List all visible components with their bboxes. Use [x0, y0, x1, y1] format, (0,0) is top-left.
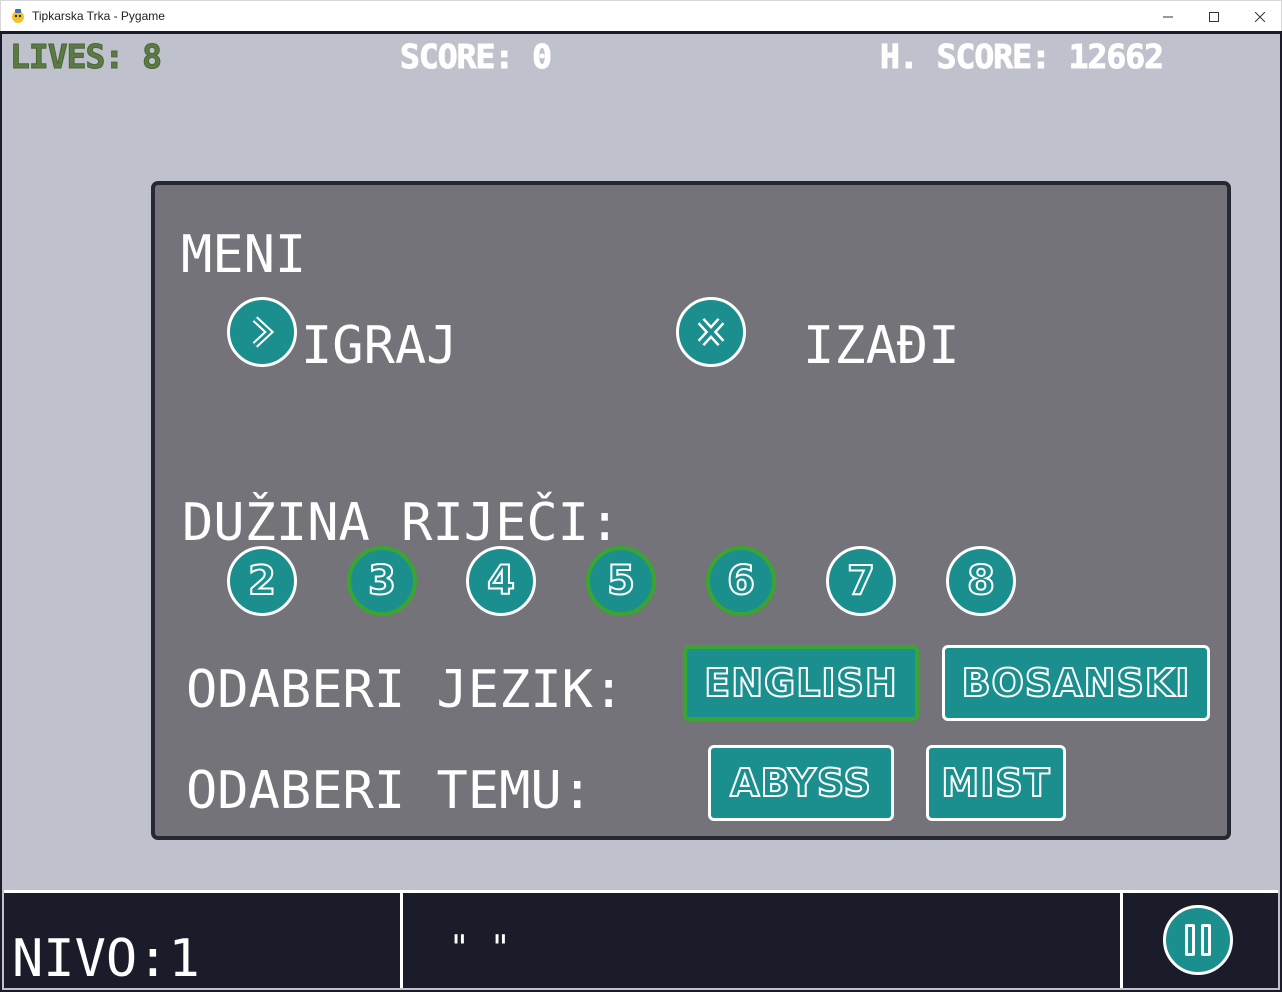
- divider: [400, 893, 403, 988]
- high-score-counter: H. SCORE: 12662: [879, 37, 1164, 77]
- maximize-button[interactable]: [1191, 1, 1237, 32]
- word-length-label: DUŽINA RIJEČI:: [182, 493, 621, 553]
- word-length-6-button[interactable]: 6: [706, 546, 776, 616]
- word-length-value: 5: [606, 558, 636, 604]
- pause-button[interactable]: [1163, 905, 1233, 975]
- play-label[interactable]: IGRAJ: [301, 320, 458, 372]
- score-counter: SCORE: 0: [400, 37, 553, 77]
- pygame-app-icon: [12, 9, 24, 23]
- typed-word-display: " ": [449, 928, 511, 968]
- word-length-5-button[interactable]: 5: [586, 546, 656, 616]
- minimize-icon: [1163, 16, 1173, 17]
- word-length-7-button[interactable]: 7: [826, 546, 896, 616]
- theme-abyss-button[interactable]: ABYSS: [708, 745, 894, 821]
- menu-panel: MENI IGRAJ IZAĐI DUŽINA RIJEČI: 2 3 4 5 …: [151, 181, 1231, 840]
- language-label: ODABERI JEZIK:: [186, 660, 625, 720]
- close-icon: [1255, 11, 1265, 22]
- x-icon: [697, 317, 725, 347]
- divider: [1120, 893, 1123, 988]
- word-length-8-button[interactable]: 8: [946, 546, 1016, 616]
- word-length-value: 2: [247, 558, 277, 604]
- word-length-3-button[interactable]: 3: [347, 546, 417, 616]
- word-length-value: 6: [726, 558, 756, 604]
- theme-abyss-label: ABYSS: [729, 761, 872, 805]
- word-length-value: 7: [846, 558, 876, 604]
- play-button[interactable]: [227, 297, 297, 367]
- word-length-4-button[interactable]: 4: [466, 546, 536, 616]
- theme-label: ODABERI TEMU:: [186, 761, 593, 821]
- exit-label[interactable]: IZAĐI: [803, 320, 960, 372]
- theme-mist-button[interactable]: MIST: [926, 745, 1066, 821]
- word-length-value: 3: [367, 558, 397, 604]
- language-english-button[interactable]: ENGLISH: [683, 645, 919, 721]
- language-bosanski-label: BOSANSKI: [961, 661, 1191, 705]
- language-english-label: ENGLISH: [703, 661, 898, 705]
- window-titlebar: Tipkarska Trka - Pygame: [0, 0, 1282, 31]
- pause-icon: [1185, 924, 1195, 956]
- bottom-bar: NIVO:1 " ": [4, 890, 1278, 988]
- pause-icon: [1201, 924, 1211, 956]
- theme-mist-label: MIST: [940, 761, 1051, 805]
- window-title: Tipkarska Trka - Pygame: [32, 9, 165, 23]
- minimize-button[interactable]: [1145, 1, 1191, 32]
- menu-title: MENI: [181, 225, 307, 285]
- language-bosanski-button[interactable]: BOSANSKI: [942, 645, 1210, 721]
- level-indicator: NIVO:1: [12, 929, 200, 989]
- word-length-value: 4: [486, 558, 516, 604]
- word-length-value: 8: [966, 558, 996, 604]
- lives-counter: LIVES: 8: [10, 37, 163, 77]
- chevron-right-icon: [252, 316, 275, 348]
- word-length-2-button[interactable]: 2: [227, 546, 297, 616]
- close-button[interactable]: [1237, 1, 1282, 32]
- exit-button[interactable]: [676, 297, 746, 367]
- maximize-icon: [1209, 11, 1219, 22]
